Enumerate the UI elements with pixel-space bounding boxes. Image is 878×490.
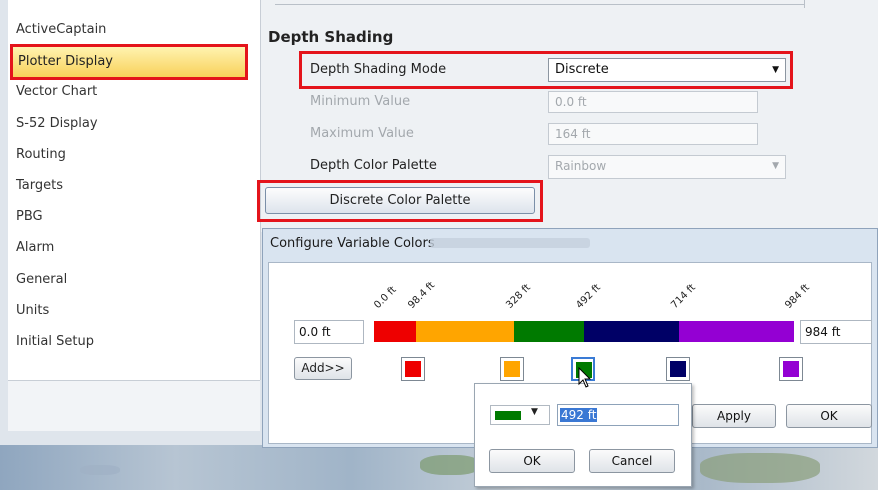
sidebar-item-pbg[interactable]: PBG xyxy=(16,205,43,229)
popup-ok-button[interactable]: OK xyxy=(489,449,575,473)
sidebar-item-vector-chart[interactable]: Vector Chart xyxy=(16,80,97,104)
depth-shading-mode-value: Discrete xyxy=(555,62,609,77)
discrete-color-palette-button[interactable]: Discrete Color Palette xyxy=(265,187,535,214)
sidebar-item-alarm[interactable]: Alarm xyxy=(16,236,54,260)
navy-swatch-fill xyxy=(670,361,686,377)
divider xyxy=(275,4,805,5)
blurred-text xyxy=(430,238,590,248)
depth-color-palette-value: Rainbow xyxy=(555,159,607,173)
sidebar-item-units[interactable]: Units xyxy=(16,299,49,323)
purple-swatch-icon[interactable] xyxy=(779,357,803,381)
popup-cancel-button[interactable]: Cancel xyxy=(589,449,675,473)
apply-button[interactable]: Apply xyxy=(692,404,776,428)
sidebar-item-s52-display[interactable]: S-52 Display xyxy=(16,112,98,136)
dropdown-arrow-icon: ▼ xyxy=(772,65,779,75)
ok-button[interactable]: OK xyxy=(786,404,872,428)
divider xyxy=(804,0,805,8)
color-segment-3 xyxy=(583,321,679,342)
depth-shading-mode-label: Depth Shading Mode xyxy=(310,62,447,77)
dropdown-arrow-icon: ▼ xyxy=(772,161,779,171)
maximum-value-label: Maximum Value xyxy=(310,126,414,141)
color-segment-0 xyxy=(374,321,416,342)
depth-value-text: 492 ft xyxy=(560,408,598,422)
minimum-value-field[interactable]: 0.0 ft xyxy=(548,91,758,113)
orange-swatch-icon[interactable] xyxy=(500,357,524,381)
chart-background xyxy=(0,445,878,490)
sidebar-item-activecaptain[interactable]: ActiveCaptain xyxy=(16,18,106,42)
red-swatch-icon[interactable] xyxy=(401,357,425,381)
minimum-value-label: Minimum Value xyxy=(310,94,411,109)
orange-swatch-fill xyxy=(504,361,520,377)
sidebar-item-targets[interactable]: Targets xyxy=(16,174,63,198)
maximum-value-field[interactable]: 164 ft xyxy=(548,123,758,145)
depth-value-input[interactable]: 492 ft xyxy=(557,404,679,426)
depth-color-palette-label: Depth Color Palette xyxy=(310,158,437,173)
color-segment-4 xyxy=(678,321,794,342)
section-title: Depth Shading xyxy=(268,28,394,46)
end-value-field[interactable]: 984 ft xyxy=(800,320,872,344)
sidebar-footer xyxy=(8,380,260,431)
sidebar-item-initial-setup[interactable]: Initial Setup xyxy=(16,330,94,354)
depth-color-palette-select[interactable]: Rainbow ▼ xyxy=(548,155,786,179)
green-color-icon xyxy=(495,411,521,420)
sidebar-item-general[interactable]: General xyxy=(16,268,67,292)
mouse-cursor-icon xyxy=(578,367,592,388)
dialog-title: Configure Variable Colors xyxy=(270,236,435,251)
purple-swatch-fill xyxy=(783,361,799,377)
red-swatch-fill xyxy=(405,361,421,377)
add-button[interactable]: Add>> xyxy=(294,357,352,380)
start-value-field[interactable]: 0.0 ft xyxy=(294,320,364,344)
sidebar-item-routing[interactable]: Routing xyxy=(16,143,66,167)
color-segment-1 xyxy=(416,321,514,342)
depth-shading-mode-select[interactable]: Discrete ▼ xyxy=(548,58,786,82)
sidebar-item-plotter-display[interactable]: Plotter Display xyxy=(10,44,248,80)
color-segment-2 xyxy=(513,321,584,342)
navy-swatch-icon[interactable] xyxy=(666,357,690,381)
color-picker-dropdown[interactable]: ▼ xyxy=(490,405,550,425)
dropdown-arrow-icon: ▼ xyxy=(531,407,538,417)
color-gradient-bar[interactable] xyxy=(374,321,794,342)
